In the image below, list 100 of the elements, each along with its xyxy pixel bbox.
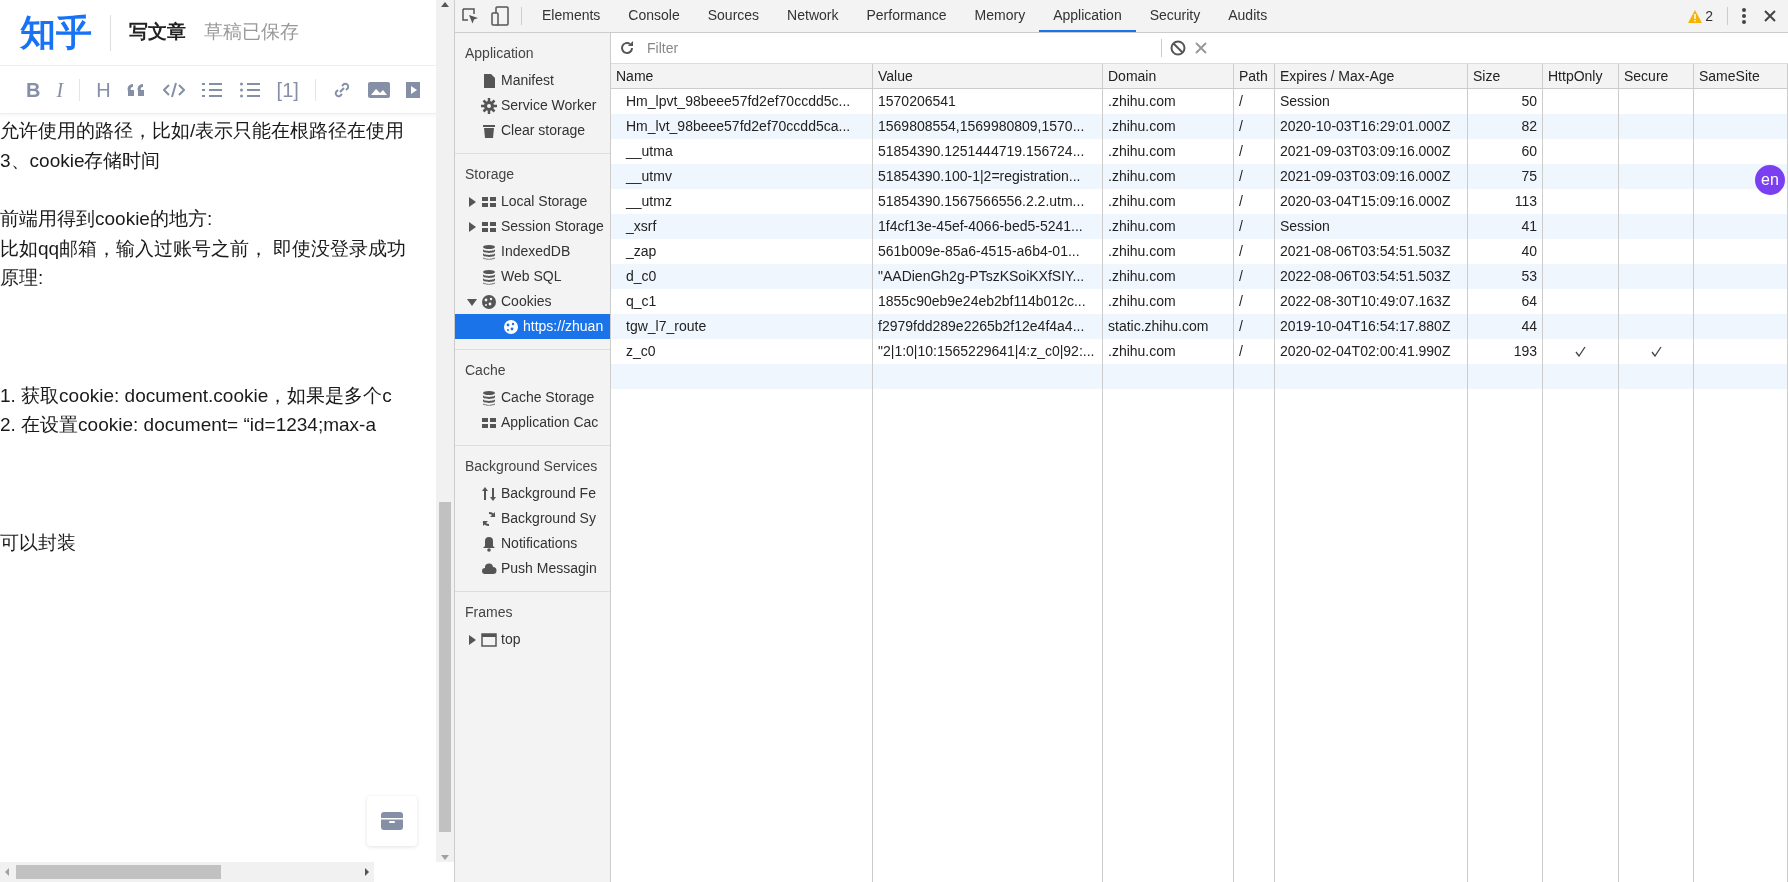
warning-count[interactable]: 2 — [1682, 0, 1719, 32]
section-heading: Storage — [464, 165, 516, 184]
table-cell: .zhihu.com — [1103, 114, 1234, 139]
table-cell: 2021-09-03T03:09:16.000Z — [1275, 164, 1468, 189]
table-cell: 44 — [1468, 314, 1543, 339]
block-icon[interactable] — [1170, 40, 1186, 56]
devtools-tab[interactable]: Security — [1135, 0, 1215, 32]
expanded-arrow-icon[interactable] — [467, 296, 477, 307]
save-status: 草稿已保存 — [204, 20, 299, 45]
table-cell: Hm_lvt_98beee57fd2ef70ccdd5ca... — [611, 114, 873, 139]
column-header[interactable]: Value — [873, 64, 1103, 88]
table-cell: 2019-10-04T16:54:17.880Z — [1275, 314, 1468, 339]
column-header[interactable]: SameSite — [1694, 64, 1788, 88]
gear-icon — [481, 97, 497, 114]
column-header[interactable]: Domain — [1103, 64, 1234, 88]
text-line: 1. 获取cookie: document.cookie，如果是多个c — [0, 383, 393, 408]
sidebar-item[interactable]: Application Cac — [455, 410, 610, 435]
column-header[interactable]: Expires / Max-Age — [1275, 64, 1468, 88]
device-icon[interactable] — [491, 6, 509, 26]
code-icon[interactable] — [162, 80, 185, 99]
video-icon[interactable] — [405, 80, 420, 99]
sidebar-item[interactable]: Background Sy — [455, 506, 610, 531]
cloud-icon — [481, 560, 497, 577]
sidebar-item[interactable]: top — [455, 627, 610, 652]
devtools-tab[interactable]: Memory — [960, 0, 1040, 32]
devtools-tab[interactable]: Console — [614, 0, 694, 32]
devtools-tab[interactable]: Performance — [852, 0, 961, 32]
table-cell: static.zhihu.com — [1103, 314, 1234, 339]
language-badge[interactable]: en — [1755, 165, 1785, 195]
section-heading: Background Services — [464, 457, 599, 476]
box-icon — [381, 812, 403, 830]
refresh-icon[interactable] — [619, 40, 635, 56]
scroll-up-icon[interactable] — [440, 0, 450, 8]
table-row[interactable]: d_c0 "AADienGh2g-PTszKSoiKXfSIY... .zhihu.com / 2022-08-06T03:54:51.503Z 53 — [611, 264, 1788, 289]
table-row[interactable]: _xsrf 1f4cf13e-45ef-4066-bed5-5241... .zhihu.com / Session 41 — [611, 214, 1788, 239]
sidebar-item[interactable]: Clear storage — [455, 118, 610, 143]
inspect-icon[interactable] — [461, 7, 479, 25]
more-options-icon[interactable] — [1742, 8, 1746, 24]
table-cell: .zhihu.com — [1103, 164, 1234, 189]
warning-icon — [1688, 9, 1703, 23]
sidebar-item[interactable]: Background Fe — [455, 481, 610, 506]
sidebar-item[interactable]: Cookies — [455, 289, 610, 314]
text-line: 2. 在设置cookie: document= “id=1234;max-a — [0, 413, 377, 437]
table-cell: _xsrf — [611, 214, 873, 239]
column-header[interactable]: Secure — [1619, 64, 1694, 88]
clear-icon[interactable] — [1194, 41, 1208, 55]
collapsed-arrow-icon[interactable] — [467, 196, 477, 207]
sidebar-item[interactable]: Web SQL — [455, 264, 610, 289]
sidebar-item[interactable]: Cache Storage — [455, 385, 610, 410]
sidebar-item[interactable]: Push Messagin — [455, 556, 610, 581]
up-down-arrows-icon — [481, 485, 497, 502]
horizontal-scrollbar[interactable] — [0, 862, 374, 882]
table-cell: 75 — [1468, 164, 1543, 189]
vertical-scrollbar[interactable] — [436, 0, 454, 862]
column-header[interactable]: Size — [1468, 64, 1543, 88]
devtools-tab[interactable]: Elements — [528, 0, 615, 32]
sync-icon — [481, 510, 497, 527]
numbered-list-icon[interactable] — [200, 80, 223, 99]
section-heading: Application — [464, 44, 535, 63]
table-row[interactable]: tgw_l7_route f2979fdd289e2265b2f12e4f4a4... static.zhihu.com / 2019-10-04T16:54:17.880Z 44 — [611, 314, 1788, 339]
table-cell: d_c0 — [611, 264, 873, 289]
close-icon[interactable] — [1764, 10, 1776, 22]
sidebar-item[interactable]: Local Storage — [455, 189, 610, 214]
image-icon[interactable] — [367, 80, 390, 99]
quote-icon[interactable] — [126, 81, 147, 98]
table-cell: .zhihu.com — [1103, 264, 1234, 289]
logo[interactable]: 知乎 — [20, 14, 92, 51]
collapsed-arrow-icon[interactable] — [467, 221, 477, 232]
table-cell: / — [1234, 264, 1275, 289]
table-cell: .zhihu.com — [1103, 214, 1234, 239]
table-cell: / — [1234, 214, 1275, 239]
column-header[interactable]: HttpOnly — [1543, 64, 1619, 88]
sidebar-item[interactable]: Session Storage — [455, 214, 610, 239]
devtools-tab[interactable]: Application — [1039, 0, 1136, 32]
table-cell: 41 — [1468, 214, 1543, 239]
table-cell: tgw_l7_route — [611, 314, 873, 339]
draft-box-button[interactable] — [367, 796, 417, 846]
section-heading: Frames — [464, 603, 514, 622]
table-cell: "AADienGh2g-PTszKSoiKXfSIY... — [873, 264, 1103, 289]
scroll-left-icon[interactable] — [4, 867, 10, 877]
devtools-tab[interactable]: Audits — [1214, 0, 1282, 32]
table-cell: __utmv — [611, 164, 873, 189]
table-row[interactable]: Hm_lvt_98beee57fd2ef70ccdd5ca... 1569808554,1569980809,1570... .zhihu.com / 2020-10-03T16:29:01.000Z 82 — [611, 114, 1788, 139]
devtools-tab[interactable]: Sources — [693, 0, 774, 32]
text-line: 比如qq邮箱，输入过账号之前， 即使没登录成功 — [0, 236, 408, 261]
database-icon — [481, 243, 497, 260]
sidebar-item[interactable]: IndexedDB — [455, 239, 610, 264]
sidebar-item[interactable]: https://zhuan — [455, 314, 610, 339]
bullet-list-icon[interactable] — [238, 80, 261, 99]
sidebar-item[interactable]: Service Worker — [455, 93, 610, 118]
devtools-tab[interactable]: Network — [773, 0, 853, 32]
column-header[interactable]: Name — [611, 64, 873, 88]
column-header[interactable]: Path — [1234, 64, 1275, 88]
scroll-down-icon[interactable] — [440, 854, 450, 862]
collapsed-arrow-icon[interactable] — [467, 634, 477, 645]
sidebar-item[interactable]: Manifest — [455, 68, 610, 93]
scroll-right-icon[interactable] — [364, 867, 370, 877]
table-cell: 53 — [1468, 264, 1543, 289]
text-line: 原理: — [0, 266, 45, 290]
sidebar-item[interactable]: Notifications — [455, 531, 610, 556]
